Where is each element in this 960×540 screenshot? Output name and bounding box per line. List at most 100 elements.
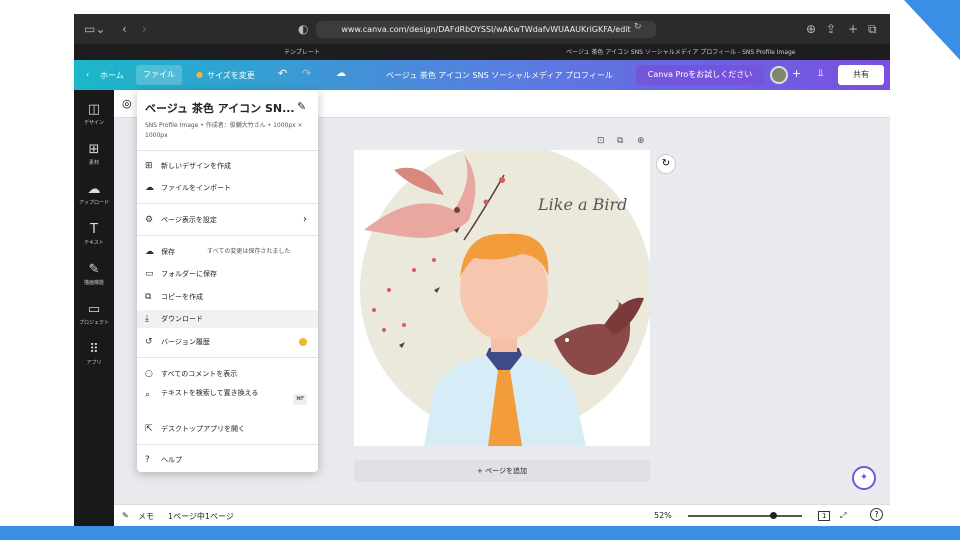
add-page-button[interactable]: + ページを追加 (354, 460, 650, 482)
redo-icon[interactable]: ↷ (302, 67, 311, 80)
reload-icon[interactable]: ↻ (634, 22, 642, 32)
decorative-bottom-bar (0, 526, 960, 540)
resize-button[interactable]: サイズを変更 (207, 70, 255, 81)
canva-header: ‹ ホーム ファイル ● サイズを変更 ↶ ↷ ☁ ベージュ 茶色 アイコン S… (74, 60, 890, 90)
divider (137, 150, 318, 151)
zoom-slider[interactable] (688, 515, 802, 517)
text-t-icon: T (90, 222, 98, 237)
history-icon: ↺ (145, 337, 153, 347)
upload-cloud-icon: ☁ (87, 182, 101, 197)
refresh-design-icon[interactable]: ↻ (656, 154, 676, 174)
nav-apps[interactable]: ⠿ アプリ (74, 342, 114, 366)
try-pro-button[interactable]: Canva Proをお試しください (636, 65, 764, 85)
nav-elements[interactable]: ⊞ 素材 (74, 142, 114, 166)
saved-status: すべての変更は保存されました (207, 248, 291, 255)
nav-draw[interactable]: ✎ 描画機能 (74, 262, 114, 286)
copy-icon: ⧉ (145, 292, 152, 302)
magic-assistant-icon[interactable]: ✦ (852, 466, 876, 490)
crown-icon (299, 338, 307, 346)
divider (137, 357, 318, 358)
sidebar-icon[interactable]: ▭⌄ (84, 22, 105, 36)
divider (137, 203, 318, 204)
crown-icon: ● (196, 70, 203, 79)
lock-icon[interactable]: ⊡ (597, 136, 605, 146)
tab-design[interactable]: ベージュ 茶色 アイコン SNS ソーシャルメディア プロフィール - SNS … (566, 47, 796, 56)
menu-item-save-folder[interactable]: ▭ フォルダーに保存 (145, 265, 315, 283)
shield-icon[interactable]: ◐ (298, 22, 308, 36)
file-menu-dropdown: ベージュ 茶色 アイコン SN... ✎ SNS Profile Image •… (137, 90, 318, 472)
address-bar[interactable]: www.canva.com/design/DAFdRbOYSSI/wAKwTWd… (316, 21, 656, 38)
page-count: 1ページ中1ページ (168, 512, 234, 521)
apps-grid-icon: ⠿ (89, 342, 99, 357)
folder-icon: ▭ (145, 269, 154, 279)
browser-window: ▭⌄ ‹ › ◐ www.canva.com/design/DAFdRbOYSS… (74, 14, 890, 526)
shapes-icon: ⊞ (88, 142, 100, 157)
menu-item-copy[interactable]: ⧉ コピーを作成 (145, 288, 315, 306)
page-number-button[interactable]: 1 (818, 511, 831, 521)
menu-item-find-replace[interactable]: ⌕ テキストを検索して置き換える ⌘F (145, 388, 315, 414)
cloud-saved-icon[interactable]: ☁ (336, 68, 346, 79)
share-button[interactable]: 共有 (838, 65, 884, 85)
tab-template[interactable]: テンプレート (284, 47, 320, 56)
menu-item-desktop-app[interactable]: ⇱ デスクトップアプリを開く (145, 420, 315, 438)
script-text[interactable]: Like a Bird (537, 195, 627, 214)
design-title[interactable]: ベージュ 茶色 アイコン SNS ソーシャルメディア プロフィール (386, 70, 613, 81)
side-panel-nav: ◫ デザイン ⊞ 素材 ☁ アップロード T テキスト ✎ 描画機能 ▭ プロジェクト ⠿ ア… (74, 90, 114, 526)
add-people-icon[interactable]: + (792, 67, 801, 80)
menu-design-title[interactable]: ベージュ 茶色 アイコン SN... (145, 100, 295, 116)
search-icon: ⌕ (145, 390, 151, 400)
duplicate-icon[interactable]: ⧉ (617, 136, 623, 146)
design-page[interactable]: Like a Bird (354, 150, 650, 446)
help-icon[interactable]: ? (870, 508, 883, 521)
plus-square-icon: ⊞ (145, 161, 153, 171)
nav-projects[interactable]: ▭ プロジェクト (74, 302, 114, 326)
nav-text[interactable]: T テキスト (74, 222, 114, 246)
divider (137, 235, 318, 236)
notes-button[interactable]: メモ (138, 511, 154, 522)
safari-toolbar: ▭⌄ ‹ › ◐ www.canva.com/design/DAFdRbOYSS… (74, 14, 890, 44)
chevron-right-icon: › (303, 214, 307, 225)
menu-item-new-design[interactable]: ⊞ 新しいデザインを作成 (145, 157, 315, 175)
home-link[interactable]: ホーム (100, 70, 124, 81)
notes-icon[interactable]: ✎ (122, 511, 129, 520)
download-icon[interactable]: ⊕ (806, 22, 816, 36)
folder-icon: ▭ (87, 302, 101, 317)
forward-icon[interactable]: › (142, 22, 147, 36)
menu-item-version-history[interactable]: ↺ バージョン履歴 (145, 333, 315, 351)
share-icon[interactable]: ⇪ (826, 22, 836, 36)
divider (137, 444, 318, 445)
avatar[interactable] (770, 66, 788, 84)
back-chevron-icon[interactable]: ‹ (86, 70, 89, 79)
menu-item-comments[interactable]: ○ すべてのコメントを表示 (145, 365, 315, 383)
menu-item-save[interactable]: ☁ 保存 すべての変更は保存されました (145, 243, 315, 261)
nav-uploads[interactable]: ☁ アップロード (74, 182, 114, 206)
cloud-check-icon: ☁ (145, 247, 154, 257)
new-tab-icon[interactable]: + (848, 22, 858, 36)
file-menu-button[interactable]: ファイル (136, 65, 182, 85)
menu-item-download[interactable]: ⤓ ダウンロード (137, 310, 318, 328)
bottom-bar: ✎ メモ 1ページ中1ページ 52% 1 ⤢ (114, 504, 890, 526)
menu-item-page-settings[interactable]: ⚙ ページ表示を設定 › (145, 211, 315, 229)
download-arrow-icon: ⤓ (145, 314, 149, 324)
menu-item-import[interactable]: ☁ ファイルをインポート (145, 179, 315, 197)
zoom-level[interactable]: 52% (654, 511, 672, 520)
tabs-overview-icon[interactable]: ⧉ (868, 22, 877, 37)
color-icon[interactable]: ◎ (122, 97, 132, 110)
cloud-upload-icon: ☁ (145, 183, 154, 193)
external-link-icon: ⇱ (145, 424, 153, 434)
gear-icon: ⚙ (145, 215, 154, 225)
edit-pencil-icon[interactable]: ✎ (297, 100, 306, 113)
fullscreen-icon[interactable]: ⤢ (840, 511, 846, 521)
nav-design[interactable]: ◫ デザイン (74, 102, 114, 126)
zoom-slider-knob[interactable] (770, 512, 777, 519)
layout-icon: ◫ (87, 102, 101, 117)
insights-icon[interactable]: ⫫ (818, 68, 824, 79)
menu-item-help[interactable]: ? ヘルプ (145, 451, 315, 469)
help-circle-icon: ? (145, 455, 150, 465)
undo-icon[interactable]: ↶ (278, 67, 287, 80)
design-artwork: Like a Bird (360, 150, 650, 446)
back-icon[interactable]: ‹ (122, 22, 127, 36)
draw-pen-icon: ✎ (88, 262, 100, 277)
tab-bar: テンプレート ベージュ 茶色 アイコン SNS ソーシャルメディア プロフィール… (74, 44, 890, 60)
add-page-icon[interactable]: ⊕ (637, 136, 645, 146)
